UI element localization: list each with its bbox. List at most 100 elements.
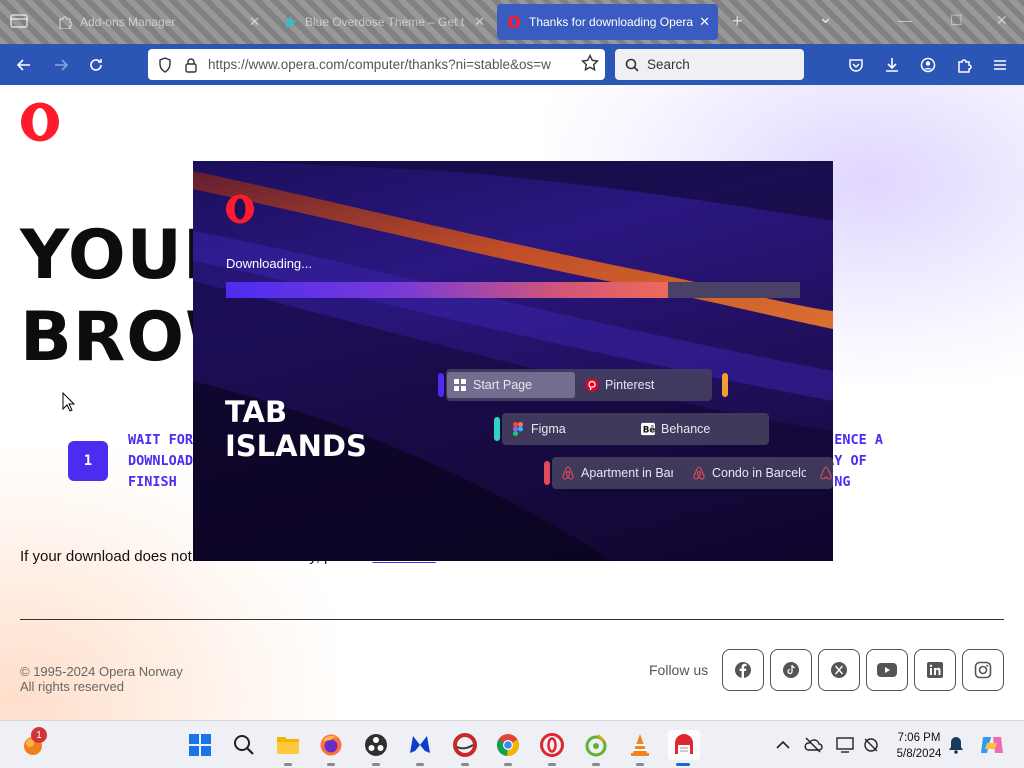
opera-logo-icon[interactable] [20,102,60,147]
maximize-icon[interactable]: ☐ [950,12,963,29]
tab-list-button[interactable]: ⌄ [818,6,833,28]
running-indicator [372,763,380,766]
arrow-right-icon [55,59,69,71]
chevron-up-icon[interactable] [768,730,798,760]
tab-islands-heading: TAB ISLANDS [225,395,367,463]
tab-blue-overdose-theme[interactable]: Blue Overdose Theme – Get t ✕ [273,4,493,40]
notification-bell-icon[interactable] [941,730,971,760]
pinterest-icon [585,378,599,392]
start-icon[interactable] [185,730,215,760]
file-explorer-icon[interactable] [273,730,303,766]
island-tab-label: Condo in Barcelo [712,466,806,480]
firefox-icon[interactable] [316,730,346,766]
running-indicator [327,763,335,766]
running-indicator [504,763,512,766]
island-color-bar [494,417,500,441]
island-tab-label: Behance [661,422,711,436]
vlc-icon[interactable] [625,730,655,766]
greenshot-icon[interactable] [581,730,611,766]
island-tab-label: Apartment in Bar [581,466,673,480]
opera-installer-icon[interactable] [668,730,700,766]
heading-line: ISLANDS [225,429,367,463]
search-bar[interactable]: Search [615,49,804,80]
obs-icon[interactable] [361,730,391,766]
extensions-icon[interactable] [951,52,977,78]
back-button[interactable] [11,52,37,78]
reload-button[interactable] [83,52,109,78]
running-indicator [416,763,424,766]
new-tab-button[interactable]: + [732,10,743,32]
address-bar[interactable]: https://www.opera.com/computer/thanks?ni… [148,49,605,80]
behance-icon: Bē [641,422,655,436]
airbnb-icon [561,466,575,480]
youtube-icon[interactable] [866,649,908,691]
pocket-icon[interactable] [843,52,869,78]
tab-addons-manager[interactable]: Add-ons Manager ✕ [48,4,268,40]
download-progress-bar [226,282,800,298]
mouse-cursor-icon [62,391,76,417]
follow-us-label: Follow us [649,662,709,678]
island-tab-start-page: Start Page [447,372,575,398]
island-tab-label: Start Page [473,378,533,392]
windows-taskbar: 7:06 PM 5/8/2024 [0,720,1024,768]
tab-thanks-for-downloading-opera[interactable]: Thanks for downloading Opera ✕ [497,4,718,40]
grid-icon [453,378,467,392]
menu-icon[interactable] [987,52,1013,78]
screen: Add-ons Manager ✕ Blue Overdose Theme – … [0,0,1024,768]
step-number-badge: 1 [68,441,108,481]
step-instruction: WAIT FOR DOWNLOAD FINISH [128,432,194,490]
figma-icon [511,422,525,436]
theme-icon [283,15,297,29]
tab-title: Thanks for downloading Opera [529,15,694,29]
download-status: Downloading... [226,256,312,271]
island-color-bar [722,373,728,397]
network-icon[interactable] [856,730,886,760]
search-placeholder: Search [647,57,690,72]
downloads-icon[interactable] [879,52,905,78]
firefox-view-icon[interactable] [10,12,28,34]
tiktok-icon[interactable] [770,649,812,691]
search-icon[interactable] [229,730,259,760]
running-indicator [676,763,690,766]
account-icon[interactable] [915,52,941,78]
cloud-offline-icon[interactable] [798,730,828,760]
tab-title: Add-ons Manager [80,15,176,29]
tab-title: Blue Overdose Theme – Get t [305,15,465,29]
airbnb-icon [819,466,833,480]
x-icon[interactable] [818,649,860,691]
minimize-icon[interactable]: — [898,12,912,28]
url-text[interactable]: https://www.opera.com/computer/thanks?ni… [208,57,568,72]
opera-gx-icon[interactable] [537,730,567,766]
forward-button[interactable] [48,52,74,78]
heading-line: TAB [225,395,288,429]
bookmark-star-icon[interactable] [580,53,600,77]
copyright-line: All rights reserved [20,679,125,694]
island-tab-label: Pinterest [605,378,655,392]
ccleaner-icon[interactable] [450,730,480,766]
close-icon[interactable]: ✕ [699,14,710,30]
running-indicator [548,763,556,766]
island-color-bar [544,461,550,485]
download-progress-fill [226,282,668,298]
facebook-icon[interactable] [722,649,764,691]
copyright: © 1995-2024 Opera Norway All rights rese… [20,664,183,694]
close-icon[interactable]: ✕ [474,14,485,30]
puzzle-icon [58,15,73,30]
linkedin-icon[interactable] [914,649,956,691]
copyright-line: © 1995-2024 Opera Norway [20,664,183,679]
airbnb-icon [692,466,706,480]
malwarebytes-icon[interactable] [405,730,435,766]
svg-text:Bē: Bē [643,426,655,436]
close-icon[interactable]: ✕ [249,14,260,30]
chrome-icon[interactable] [493,730,523,766]
reload-icon [90,59,102,71]
decorative-waves [193,161,833,561]
shield-icon [159,56,171,73]
copilot-icon[interactable] [977,730,1007,760]
notification-badge: 1 [31,727,47,743]
island-tab-label: Figma [531,422,566,436]
opera-logo-icon [507,15,521,29]
window-close-icon[interactable]: ✕ [996,12,1008,29]
island-color-bar [438,373,444,397]
instagram-icon[interactable] [962,649,1004,691]
